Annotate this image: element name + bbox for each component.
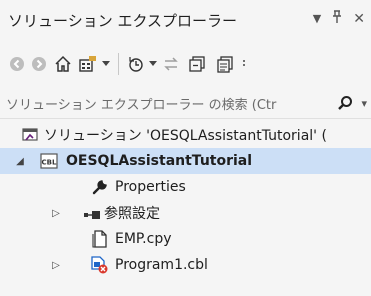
history-icon[interactable]	[125, 50, 147, 78]
tree-row-solution[interactable]: ソリューション 'OESQLAssistantTutorial' (	[0, 122, 371, 148]
solution-explorer-panel: ソリューション エクスプローラー ▼ ✕ ソリューション エクスプローラー の検…	[0, 0, 371, 296]
cobol-file-icon	[90, 256, 108, 278]
window-menu-dropdown-icon[interactable]: ▼	[313, 13, 321, 24]
forward-icon[interactable]	[28, 50, 50, 78]
solution-label: ソリューション 'OESQLAssistantTutorial' (	[44, 128, 327, 144]
expand-arrow-icon[interactable]: ▷	[50, 260, 62, 271]
dropdown-icon[interactable]	[147, 50, 159, 78]
show-all-files-icon[interactable]	[211, 50, 239, 78]
project-label: OESQLAssistantTutorial	[66, 153, 253, 169]
back-icon[interactable]	[6, 50, 28, 78]
tree-item-label: EMP.cpy	[115, 231, 172, 247]
solution-icon	[22, 127, 38, 147]
home-icon[interactable]	[50, 50, 76, 78]
collapse-arrow-icon[interactable]: ◢	[14, 156, 26, 167]
wrench-icon	[92, 179, 108, 199]
tree-row-project[interactable]: ◢ CBL OESQLAssistantTutorial	[0, 148, 371, 174]
pin-icon[interactable]	[331, 10, 343, 27]
tree-row-program1[interactable]: ▷ Program1.cbl	[0, 252, 371, 278]
collapse-all-icon[interactable]	[183, 50, 211, 78]
title-bar: ソリューション エクスプローラー ▼ ✕	[0, 0, 371, 40]
search-options-dropdown-icon[interactable]: ▾	[361, 97, 367, 110]
expand-arrow-icon[interactable]: ▷	[50, 208, 62, 219]
search-input[interactable]: ソリューション エクスプローラー の検索 (Ctr	[6, 94, 276, 113]
references-icon	[84, 208, 102, 224]
svg-text:CBL: CBL	[42, 159, 57, 167]
tree-row-properties[interactable]: Properties	[0, 174, 371, 200]
cobol-project-icon: CBL	[40, 153, 58, 173]
panel-title: ソリューション エクスプローラー	[8, 11, 238, 30]
sync-icon[interactable]	[159, 50, 183, 78]
tree-row-emp-cpy[interactable]: EMP.cpy	[0, 226, 371, 252]
file-icon	[92, 230, 108, 252]
toolbar-separator	[118, 53, 119, 75]
tree-item-label: 参照設定	[104, 206, 160, 222]
search-box[interactable]: ソリューション エクスプローラー の検索 (Ctr ▾	[0, 88, 371, 119]
tree-item-label: Properties	[115, 179, 186, 195]
overflow-icon[interactable]	[239, 50, 249, 78]
tree-row-references[interactable]: ▷ 参照設定	[0, 200, 371, 226]
search-icon[interactable]	[337, 95, 353, 115]
tree-item-label: Program1.cbl	[115, 257, 208, 273]
dropdown-icon[interactable]	[100, 50, 112, 78]
close-icon[interactable]: ✕	[353, 12, 365, 26]
toolbar	[0, 46, 371, 82]
switch-views-icon[interactable]	[76, 50, 100, 78]
